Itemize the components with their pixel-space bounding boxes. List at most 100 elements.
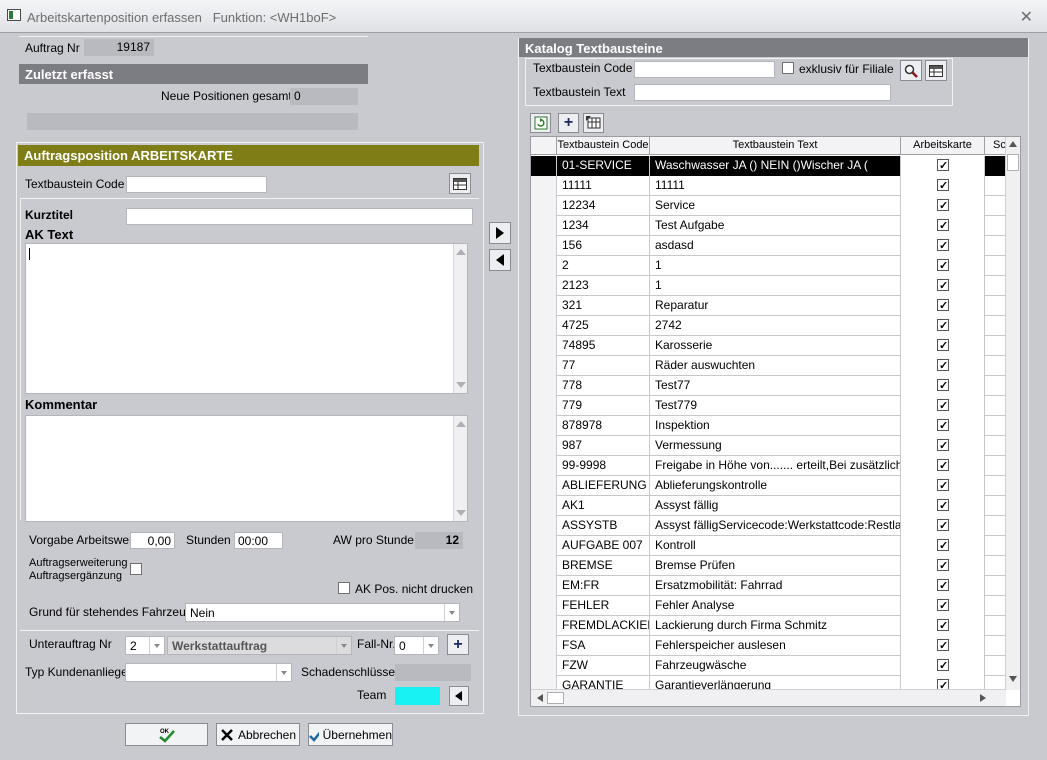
scroll-up-icon[interactable] bbox=[1009, 141, 1017, 147]
table-row[interactable]: AK1 Assyst fällig bbox=[531, 496, 1006, 516]
arbeitskarte-checkbox[interactable] bbox=[937, 597, 949, 616]
arbeitskarte-checkbox[interactable] bbox=[937, 377, 949, 396]
typ-kundenanliegen-select[interactable] bbox=[125, 663, 292, 682]
table-row[interactable]: FSA Fehlerspeicher auslesen bbox=[531, 636, 1006, 656]
arbeitskarte-checkbox[interactable] bbox=[937, 317, 949, 336]
refresh-icon[interactable] bbox=[530, 113, 551, 133]
grid-hscroll-thumb[interactable] bbox=[547, 692, 564, 704]
table-row[interactable]: 878978 Inspektion bbox=[531, 416, 1006, 436]
row-selector[interactable] bbox=[531, 476, 557, 496]
row-selector[interactable] bbox=[531, 516, 557, 536]
arbeitskarte-checkbox[interactable] bbox=[937, 537, 949, 556]
arbeitskarte-checkbox[interactable] bbox=[937, 497, 949, 516]
apply-button[interactable]: Übernehmen bbox=[308, 723, 393, 746]
row-selector[interactable] bbox=[531, 496, 557, 516]
ok-button[interactable]: OK bbox=[125, 723, 208, 746]
ak-text-scrollbar[interactable] bbox=[453, 244, 467, 393]
arbeitskarte-checkbox[interactable] bbox=[937, 237, 949, 256]
row-selector[interactable] bbox=[531, 336, 557, 356]
add-fall-icon[interactable]: + bbox=[447, 634, 469, 655]
grid-horizontal-scrollbar[interactable] bbox=[531, 689, 1006, 706]
row-selector[interactable] bbox=[531, 376, 557, 396]
table-row[interactable]: FREMDLACKIER Lackierung durch Firma Schmi… bbox=[531, 616, 1006, 636]
catalog-text-input[interactable] bbox=[634, 84, 891, 101]
row-selector[interactable] bbox=[531, 576, 557, 596]
row-selector[interactable] bbox=[531, 416, 557, 436]
arbeitskarte-checkbox[interactable] bbox=[937, 257, 949, 276]
table-row[interactable]: 74895 Karosserie bbox=[531, 336, 1006, 356]
arbeitskarte-checkbox[interactable] bbox=[937, 657, 949, 676]
arbeitskarte-checkbox[interactable] bbox=[937, 337, 949, 356]
column-header-arbeitskarte[interactable]: Arbeitskarte bbox=[901, 137, 985, 155]
table-row[interactable]: 779 Test779 bbox=[531, 396, 1006, 416]
table-row[interactable]: FEHLER Fehler Analyse bbox=[531, 596, 1006, 616]
row-selector[interactable] bbox=[531, 296, 557, 316]
row-selector[interactable] bbox=[531, 436, 557, 456]
arbeitskarte-checkbox[interactable] bbox=[937, 357, 949, 376]
textbaustein-code-input[interactable] bbox=[126, 176, 267, 193]
ak-text-textarea[interactable] bbox=[25, 243, 468, 394]
kommentar-scrollbar[interactable] bbox=[453, 416, 467, 521]
grund-stehendes-fahrzeug-select[interactable]: Nein bbox=[185, 603, 460, 622]
scroll-left-icon[interactable] bbox=[537, 694, 543, 702]
kurztitel-input[interactable] bbox=[126, 208, 473, 225]
grid-vertical-scrollbar[interactable] bbox=[1005, 137, 1020, 690]
team-color-swatch[interactable] bbox=[395, 687, 440, 705]
table-row[interactable]: 99-9998 Freigabe in Höhe von....... ertei… bbox=[531, 456, 1006, 476]
lookup-table-icon[interactable] bbox=[449, 173, 471, 194]
table-row[interactable]: 778 Test77 bbox=[531, 376, 1006, 396]
catalog-table-icon[interactable] bbox=[925, 60, 947, 81]
row-selector[interactable] bbox=[531, 196, 557, 216]
table-row[interactable]: EM:FR Ersatzmobilität: Fahrrad bbox=[531, 576, 1006, 596]
table-row[interactable]: 21 bbox=[531, 256, 1006, 276]
row-selector[interactable] bbox=[531, 256, 557, 276]
table-row[interactable]: 2123 1 bbox=[531, 276, 1006, 296]
cancel-button[interactable]: Abbrechen bbox=[216, 723, 300, 746]
row-selector[interactable] bbox=[531, 216, 557, 236]
table-row[interactable]: AUFGABE 007 Kontroll bbox=[531, 536, 1006, 556]
table-row[interactable]: 156 asdasd bbox=[531, 236, 1006, 256]
edit-grid-icon[interactable] bbox=[583, 113, 604, 133]
arbeitskarte-checkbox[interactable] bbox=[937, 417, 949, 436]
row-selector[interactable] bbox=[531, 616, 557, 636]
arbeitskarte-checkbox[interactable] bbox=[937, 277, 949, 296]
row-selector[interactable] bbox=[531, 596, 557, 616]
exklusiv-filiale-checkbox[interactable] bbox=[782, 62, 794, 74]
row-selector[interactable] bbox=[531, 316, 557, 336]
table-row[interactable]: 01-SERVICE Waschwasser JA () NEIN ()Wisch… bbox=[531, 156, 1006, 176]
transfer-left-icon[interactable] bbox=[489, 249, 511, 271]
table-row[interactable]: 1234 Test Aufgabe bbox=[531, 216, 1006, 236]
row-selector[interactable] bbox=[531, 236, 557, 256]
row-selector[interactable] bbox=[531, 276, 557, 296]
search-icon[interactable] bbox=[900, 60, 922, 81]
arbeitskarte-checkbox[interactable] bbox=[937, 557, 949, 576]
scroll-down-icon[interactable] bbox=[1009, 676, 1017, 682]
unterauftrag-select[interactable]: 2 bbox=[125, 636, 165, 655]
scroll-right-icon[interactable] bbox=[980, 694, 986, 702]
row-selector[interactable] bbox=[531, 156, 557, 176]
table-row[interactable]: FZW Fahrzeugwäsche bbox=[531, 656, 1006, 676]
table-row[interactable]: 11111 11111 bbox=[531, 176, 1006, 196]
row-selector[interactable] bbox=[531, 536, 557, 556]
row-selector[interactable] bbox=[531, 636, 557, 656]
column-header-sc[interactable]: Sc bbox=[985, 137, 1006, 155]
table-row[interactable]: ASSYSTB Assyst fälligServicecode:Werkstat… bbox=[531, 516, 1006, 536]
table-row[interactable]: BREMSE Bremse Prüfen bbox=[531, 556, 1006, 576]
table-row[interactable]: 987 Vermessung bbox=[531, 436, 1006, 456]
table-row[interactable]: 4725 2742 bbox=[531, 316, 1006, 336]
close-icon[interactable]: ✕ bbox=[1020, 7, 1033, 27]
add-row-icon[interactable]: + bbox=[558, 113, 579, 133]
transfer-right-icon[interactable] bbox=[489, 222, 511, 244]
arbeitskarte-checkbox[interactable] bbox=[937, 397, 949, 416]
vorgabe-arbeitswert-input[interactable]: 0,00 bbox=[130, 532, 175, 549]
arbeitskarte-checkbox[interactable] bbox=[937, 197, 949, 216]
catalog-code-input[interactable] bbox=[634, 61, 775, 78]
auftragserweiterung-checkbox[interactable] bbox=[130, 563, 142, 575]
arbeitskarte-checkbox[interactable] bbox=[937, 437, 949, 456]
row-selector[interactable] bbox=[531, 456, 557, 476]
arbeitskarte-checkbox[interactable] bbox=[937, 297, 949, 316]
table-row[interactable]: 77 Räder auswuchten bbox=[531, 356, 1006, 376]
team-arrow-left-icon[interactable] bbox=[449, 686, 469, 706]
werkstatt-select[interactable]: Werkstattauftrag bbox=[167, 636, 352, 655]
column-header-text[interactable]: Textbaustein Text bbox=[650, 137, 901, 155]
